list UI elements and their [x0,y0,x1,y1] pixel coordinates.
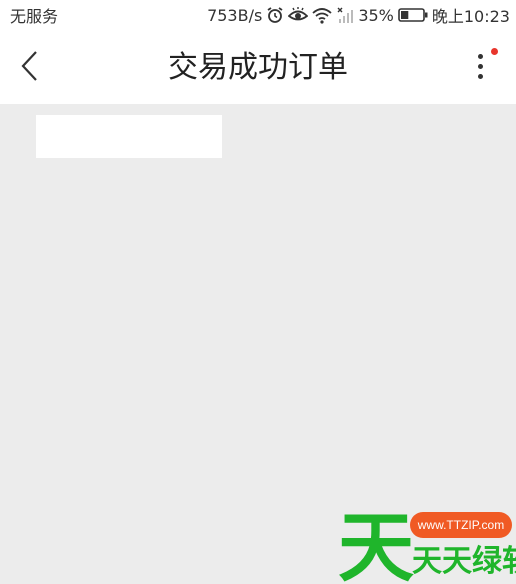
watermark-logo-char: 天 [338,506,414,584]
notification-dot [491,48,498,55]
watermark-big-char: 天 [338,506,414,584]
carrier-text: 无服务 [10,7,59,26]
watermark-name: 天天绿软 [412,544,516,579]
battery-percent-text: 35% [358,5,394,25]
chevron-left-icon [21,51,37,81]
blank-card [36,115,222,158]
watermark-url: www.TTZIP.com [410,512,512,538]
more-button[interactable] [466,46,500,86]
battery-icon [398,7,428,23]
battery-fill [400,11,409,19]
status-right: 753B/s 35% 晚上10:23 [207,3,510,27]
header-bar: 交易成功订单 [0,30,516,104]
net-speed-text: 753B/s [207,5,263,25]
alarm-icon [266,6,284,24]
watermark: 天 www.TTZIP.com 天天绿软 [338,506,516,584]
status-bar: 无服务 753B/s 35% 晚上10:23 [0,0,516,30]
time-text: 晚上10:23 [431,7,510,26]
more-vertical-icon [478,54,484,82]
wifi-icon [312,6,332,24]
status-left: 无服务 [10,3,58,27]
page-title: 交易成功订单 [168,50,348,85]
eye-icon [288,6,309,24]
back-button[interactable] [12,48,48,84]
signal-icon [336,6,354,24]
